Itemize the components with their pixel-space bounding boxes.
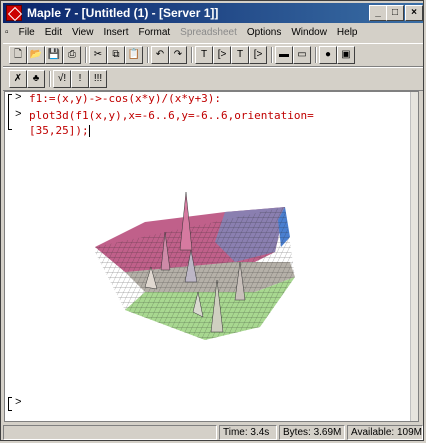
exec-all-icon[interactable]: !!! [89,70,107,88]
input-prompt: > [15,92,22,104]
text-mode-icon[interactable]: T [195,46,213,64]
toolbar-separator [49,71,51,87]
new-group-icon[interactable]: [> [249,46,267,64]
toolbar-separator [271,47,273,63]
paste-icon[interactable]: 📋 [125,46,143,64]
restart-icon[interactable]: ▣ [337,46,355,64]
exec-icon[interactable]: ! [71,70,89,88]
menu-help[interactable]: Help [332,25,363,40]
text-cursor [88,125,90,137]
menu-window[interactable]: Window [286,25,332,40]
maple-logo-icon[interactable] [6,5,22,21]
main-toolbar: 🗋 📂 💾 ⎙ ✂ ⧉ 📋 ↶ ↷ T [> T [> ▬ ▭ ● ▣ [3,43,423,67]
toolbar-separator [315,47,317,63]
cut-icon[interactable]: ✂ [89,46,107,64]
status-bytes: Bytes: 3.69M [279,425,345,440]
input-line-3[interactable]: [35,25]); [29,124,90,137]
menu-format[interactable]: Format [133,25,175,40]
doc-menu-icon[interactable]: ▫ [3,27,11,38]
input-line-2[interactable]: plot3d(f1(x,y),x=-6..6,y=-6..6,orientati… [29,109,314,122]
minimize-button[interactable]: _ [369,5,387,21]
status-message [3,425,217,440]
maximize-button[interactable]: □ [386,5,404,21]
menu-view[interactable]: View [67,25,99,40]
copy-icon[interactable]: ⧉ [107,46,125,64]
context-toolbar: ✗ ♣ √!!!!! [3,67,423,91]
sqrt-icon[interactable]: √! [53,70,71,88]
toolbar-separator [191,47,193,63]
calc-icon[interactable]: ✗ [9,70,27,88]
maple-window: Maple 7 - [Untitled (1) - [Server 1]] _ … [0,0,424,441]
save-icon[interactable]: 💾 [45,46,63,64]
title-bar[interactable]: Maple 7 - [Untitled (1) - [Server 1]] _ … [3,3,423,23]
open-icon[interactable]: 📂 [27,46,45,64]
worksheet[interactable]: > f1:=(x,y)->-cos(x*y)/(x*y+3): > plot3d… [4,91,419,422]
input-line-1[interactable]: f1:=(x,y)->-cos(x*y)/(x*y+3): [29,92,221,105]
expand-section-icon[interactable]: ▭ [293,46,311,64]
execution-group-bracket[interactable] [8,397,12,411]
status-time: Time: 3.4s [219,425,277,440]
close-button[interactable]: × [405,5,423,21]
stop-icon[interactable]: ● [319,46,337,64]
input-mode-icon[interactable]: [> [213,46,231,64]
status-bar: Time: 3.4s Bytes: 3.69M Available: 109M [3,424,423,441]
insert-text-icon[interactable]: T [231,46,249,64]
toolbar-separator [85,47,87,63]
menu-spreadsheet[interactable]: Spreadsheet [175,25,242,40]
input-prompt: > [15,397,22,409]
menu-edit[interactable]: Edit [40,25,67,40]
input-prompt: > [15,109,22,121]
redo-icon[interactable]: ↷ [169,46,187,64]
undo-icon[interactable]: ↶ [151,46,169,64]
menu-options[interactable]: Options [242,25,286,40]
new-icon[interactable]: 🗋 [9,46,27,64]
window-title: Maple 7 - [Untitled (1) - [Server 1]] [27,6,219,20]
menu-file[interactable]: File [14,25,40,40]
print-icon[interactable]: ⎙ [63,46,81,64]
collapse-section-icon[interactable]: ▬ [275,46,293,64]
status-available: Available: 109M [347,425,423,440]
vertical-scrollbar[interactable] [410,92,418,421]
toolbar-separator [147,47,149,63]
plot3d-surface[interactable] [85,192,335,357]
menu-bar: ▫ File Edit View Insert Format Spreadsheet Opt… [3,25,423,43]
tree-icon[interactable]: ♣ [27,70,45,88]
execution-group-bracket[interactable] [8,94,12,130]
menu-insert[interactable]: Insert [98,25,133,40]
